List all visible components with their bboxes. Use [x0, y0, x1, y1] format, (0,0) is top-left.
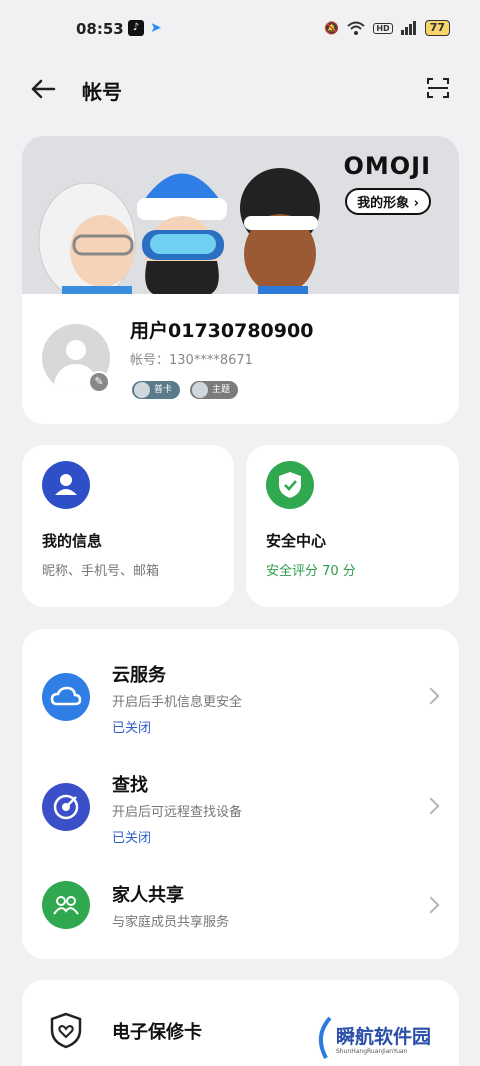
- services-list: 云服务 开启后手机信息更安全 已关闭 查找 开启后可远程查找设备 已关闭 家人共…: [22, 629, 459, 959]
- profile-card[interactable]: OMOJI 我的形象 › ✎ 用户01730780900 帐号：130****8…: [22, 136, 459, 424]
- edit-avatar-icon[interactable]: ✎: [88, 371, 110, 393]
- username: 用户01730780900: [130, 320, 314, 342]
- status-time: 08:53: [76, 20, 124, 38]
- cloud-subtitle: 开启后手机信息更安全: [112, 695, 243, 710]
- find-title: 查找: [112, 775, 148, 796]
- watermark-logo: 瞬航软件园 ShunHangRuanJianYuan: [318, 1016, 468, 1062]
- watermark-subtext: ShunHangRuanJianYuan: [336, 1048, 408, 1055]
- chevron-right-icon: [422, 687, 440, 705]
- account-number: 帐号：130****8671: [130, 353, 253, 368]
- security-title: 安全中心: [266, 532, 327, 550]
- my-info-subtitle: 昵称、手机号、邮箱: [42, 564, 160, 579]
- hd-icon: HD: [373, 22, 393, 34]
- omoji-banner[interactable]: OMOJI 我的形象 ›: [22, 136, 459, 294]
- omoji-logo: OMOJI: [343, 152, 431, 180]
- watermark-swoosh-icon: [318, 1016, 332, 1059]
- warranty-shield-icon: [50, 1012, 82, 1049]
- find-status: 已关闭: [112, 831, 152, 846]
- omoji-avatars-illustration: [38, 168, 320, 294]
- find-device-icon: [42, 783, 90, 831]
- signal-icon: [400, 21, 416, 35]
- mute-icon: 🔕: [324, 21, 340, 35]
- tiktok-icon: ♪: [128, 20, 144, 36]
- wifi-icon: [347, 21, 366, 35]
- cloud-status: 已关闭: [112, 721, 152, 736]
- watermark-text: 瞬航软件园: [336, 1026, 432, 1048]
- battery-icon: 77: [424, 20, 450, 36]
- my-info-title: 我的信息: [42, 532, 103, 550]
- security-score: 安全评分 70 分: [266, 564, 356, 579]
- chevron-right-icon: [422, 896, 440, 914]
- cloud-title: 云服务: [112, 665, 166, 686]
- member-badge[interactable]: 普卡: [132, 381, 181, 399]
- status-icons: 🔕 HD 77: [324, 20, 450, 36]
- back-arrow-icon[interactable]: [28, 74, 58, 104]
- member-tier-icon: [134, 382, 150, 398]
- shield-check-icon: [266, 461, 314, 509]
- theme-v-icon: [192, 382, 208, 398]
- chevron-right-icon: [422, 797, 440, 815]
- cloud-icon: [42, 673, 90, 721]
- page-title: 帐号: [82, 80, 122, 104]
- family-subtitle: 与家庭成员共享服务: [112, 915, 230, 930]
- family-icon: [42, 881, 90, 929]
- my-info-card[interactable]: 我的信息 昵称、手机号、邮箱: [22, 445, 234, 607]
- notification-icons: ♪ ➤: [128, 20, 166, 36]
- find-subtitle: 开启后可远程查找设备: [112, 805, 243, 820]
- security-center-card[interactable]: 安全中心 安全评分 70 分: [246, 445, 459, 607]
- warranty-title: 电子保修卡: [112, 1022, 202, 1043]
- theme-badge[interactable]: 主题: [190, 381, 239, 399]
- person-icon: [42, 461, 90, 509]
- my-avatar-button[interactable]: 我的形象 ›: [345, 188, 431, 215]
- app-notification-icon: ➤: [150, 20, 162, 36]
- scan-icon[interactable]: [426, 76, 450, 100]
- family-title: 家人共享: [112, 885, 184, 906]
